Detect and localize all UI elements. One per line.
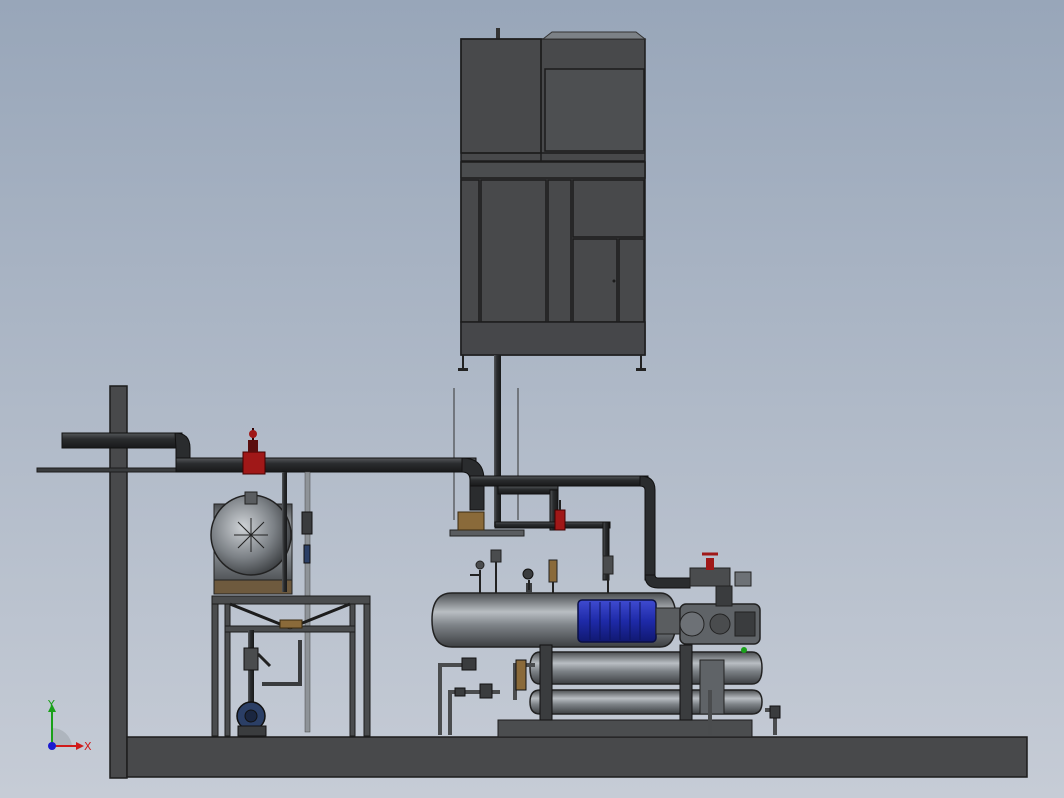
strainer-valve [243,647,272,671]
discharge-valve[interactable] [689,552,752,607]
equipment-subframe [497,719,753,738]
equipment-assembly-drawing[interactable]: Y X [0,0,1064,798]
x-arrowhead-icon [76,742,84,750]
tower-drop-pipe [494,355,501,527]
riser-pipe [282,472,287,592]
coordinate-triad: Y X [47,698,92,753]
y-axis-label: Y [47,698,55,711]
horizontal-beam [36,467,198,473]
door-handle-icon [612,279,616,283]
base-skid [126,736,1028,778]
vent-cap-icon [496,28,500,39]
main-suction-line [61,432,691,589]
shell-tube-heat-exchanger[interactable] [529,644,763,721]
support-frame [211,595,371,737]
support-bracket [449,529,525,537]
pressure-gauge-icon [522,568,534,580]
receiver-tank[interactable] [210,491,293,595]
screw-compressor[interactable] [679,603,761,645]
pipe-clamp [279,619,303,629]
instrument-cluster [470,549,614,593]
indicator-light-icon [741,647,747,653]
x-axis-label: X [84,740,92,753]
z-axis-dot-icon [48,742,56,750]
handwheel-icon [249,430,257,438]
manway-flange-icon [234,518,268,552]
cad-viewport[interactable]: Y X [0,0,1064,798]
bearing-block [457,511,485,531]
water-pump[interactable] [236,701,267,737]
main-shutoff-valve[interactable] [242,428,266,475]
cooling-tower[interactable] [458,28,647,371]
